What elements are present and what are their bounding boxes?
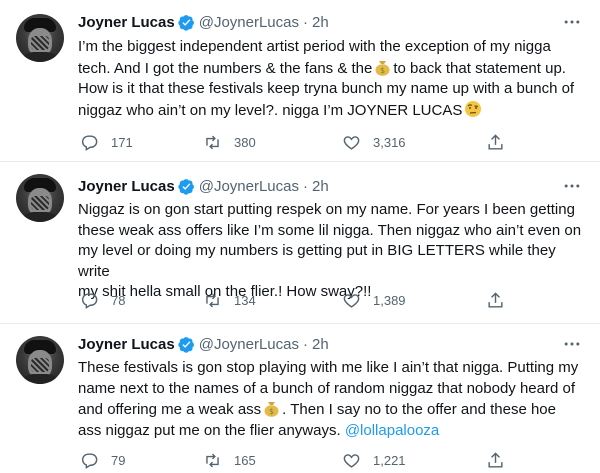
tweet-text-line: These festivals is gon stop playing with… bbox=[78, 359, 579, 376]
money-bag-emoji: $ bbox=[375, 60, 390, 76]
like-count: 1,389 bbox=[373, 292, 406, 308]
reply-icon bbox=[81, 292, 98, 309]
tweet-text-line: Niggaz is on gon start putting respek on… bbox=[78, 201, 575, 218]
timestamp[interactable]: 2h bbox=[312, 336, 329, 353]
verified-badge-icon bbox=[178, 14, 194, 31]
tweet-text-line: ass niggaz put me on the flier anyways. … bbox=[78, 421, 440, 439]
share-button[interactable] bbox=[486, 133, 505, 152]
timestamp[interactable]: 2h bbox=[312, 178, 329, 195]
author-handle[interactable]: @JoynerLucas bbox=[199, 336, 299, 353]
verified-badge-icon bbox=[178, 178, 194, 195]
like-icon bbox=[343, 293, 360, 308]
money-bag-emoji: $ bbox=[264, 402, 279, 417]
like-button[interactable]: 1,389 bbox=[342, 291, 406, 310]
reply-button[interactable]: 78 bbox=[80, 291, 125, 310]
avatar[interactable] bbox=[16, 14, 64, 62]
author-handle[interactable]: @JoynerLucas bbox=[199, 178, 299, 195]
tweet-text-line: and offering me a weak ass $. Then I say … bbox=[78, 401, 556, 418]
like-button[interactable]: 1,221 bbox=[342, 451, 406, 470]
retweet-count: 134 bbox=[234, 292, 256, 308]
share-icon bbox=[488, 291, 503, 308]
tweet-actions: 78 134 1,389 bbox=[66, 288, 506, 312]
share-icon bbox=[488, 451, 503, 468]
author-name[interactable]: Joyner Lucas bbox=[78, 336, 175, 353]
separator: · bbox=[303, 13, 308, 31]
tweet-actions: 79 165 1,221 bbox=[66, 448, 506, 472]
more-icon[interactable] bbox=[562, 12, 582, 32]
verified-badge-icon bbox=[178, 336, 194, 353]
separator: · bbox=[303, 335, 308, 353]
reply-button[interactable]: 171 bbox=[80, 133, 133, 152]
tweet-header: Joyner Lucas @JoynerLucas · 2h bbox=[78, 12, 329, 32]
separator: · bbox=[303, 177, 308, 195]
tweet-header: Joyner Lucas @JoynerLucas · 2h bbox=[78, 176, 329, 196]
retweet-button[interactable]: 380 bbox=[203, 133, 256, 152]
tweet-header: Joyner Lucas @JoynerLucas · 2h bbox=[78, 334, 329, 354]
like-button[interactable]: 3,316 bbox=[342, 133, 406, 152]
tweet-text-line: tech. And I got the numbers & the fans &… bbox=[78, 59, 566, 77]
retweet-count: 165 bbox=[234, 452, 256, 468]
share-button[interactable] bbox=[486, 451, 505, 470]
retweet-icon bbox=[206, 135, 219, 149]
author-name[interactable]: Joyner Lucas bbox=[78, 14, 175, 31]
reply-button[interactable]: 79 bbox=[80, 451, 125, 470]
tweet-2[interactable]: Joyner Lucas @JoynerLucas · 2h Niggaz is… bbox=[0, 162, 600, 324]
tweet-1[interactable]: Joyner Lucas @JoynerLucas · 2h I’m the b… bbox=[0, 0, 600, 162]
reply-icon bbox=[81, 134, 98, 151]
timestamp[interactable]: 2h bbox=[312, 14, 329, 31]
reply-count: 79 bbox=[111, 452, 126, 468]
reply-count: 78 bbox=[111, 292, 126, 308]
svg-text:$: $ bbox=[269, 407, 274, 416]
tweet-text-line: my level or doing my numbers is getting … bbox=[78, 242, 556, 280]
tweet-text: These festivals is gon stop playing with… bbox=[78, 358, 590, 441]
tweet-text-line: name next to the names of a bunch of ran… bbox=[78, 379, 575, 397]
like-icon bbox=[343, 453, 360, 468]
share-icon bbox=[488, 133, 503, 150]
author-handle[interactable]: @JoynerLucas bbox=[199, 14, 299, 31]
tweet-text: I’m the biggest independent artist perio… bbox=[78, 37, 590, 121]
tweet-text-line: niggaz who ain’t on my level?. nigga I’m… bbox=[78, 100, 590, 122]
avatar[interactable] bbox=[16, 174, 64, 222]
avatar[interactable] bbox=[16, 336, 64, 384]
author-name[interactable]: Joyner Lucas bbox=[78, 178, 175, 195]
tweet-actions: 171 380 3,316 bbox=[66, 130, 506, 154]
svg-text:$: $ bbox=[380, 66, 385, 75]
raised-eyebrow-emoji bbox=[465, 100, 482, 117]
retweet-button[interactable]: 134 bbox=[203, 291, 256, 310]
retweet-icon bbox=[206, 293, 219, 307]
tweet-text-line: these weak ass offers like I’m some lil … bbox=[78, 221, 582, 239]
reply-count: 171 bbox=[111, 134, 133, 150]
retweet-icon bbox=[206, 453, 219, 467]
like-icon bbox=[343, 135, 360, 150]
tweet-text-line: I’m the biggest independent artist perio… bbox=[78, 38, 551, 55]
mention-link[interactable]: @lollapalooza bbox=[345, 422, 439, 439]
like-count: 3,316 bbox=[373, 134, 406, 150]
more-icon[interactable] bbox=[562, 176, 582, 196]
tweet-text-line: How is it that these festivals keep tryn… bbox=[78, 80, 575, 97]
share-button[interactable] bbox=[486, 291, 505, 310]
more-icon[interactable] bbox=[562, 334, 582, 354]
tweet-3[interactable]: Joyner Lucas @JoynerLucas · 2h These fes… bbox=[0, 324, 600, 473]
retweet-count: 380 bbox=[234, 134, 256, 150]
like-count: 1,221 bbox=[373, 452, 406, 468]
reply-icon bbox=[81, 452, 98, 469]
retweet-button[interactable]: 165 bbox=[203, 451, 256, 470]
